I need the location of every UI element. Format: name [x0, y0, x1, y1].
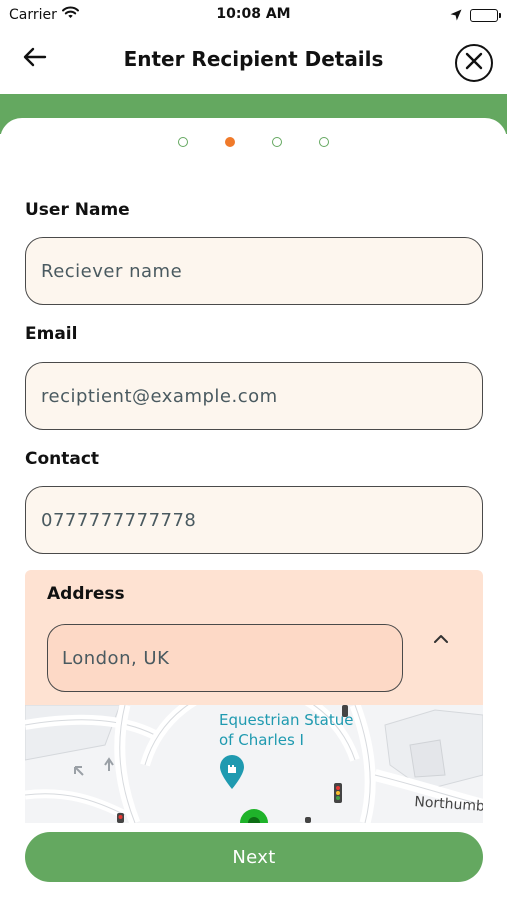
email-label: Email [25, 324, 78, 344]
status-bar: Carrier 10:08 AM [0, 0, 507, 28]
step-indicator [0, 137, 507, 147]
address-input[interactable]: London, UK [47, 624, 403, 692]
location-arrow-icon [450, 6, 462, 25]
poi-label-line2: of Charles I [219, 731, 304, 749]
user-name-input[interactable]: Reciever name [25, 237, 483, 305]
step-dot-4 [319, 137, 329, 147]
contact-label: Contact [25, 449, 100, 469]
address-collapse-button[interactable] [429, 626, 453, 650]
address-panel: Address London, UK [25, 570, 483, 705]
poi-label: Equestrian Statue of Charles I [219, 710, 353, 750]
close-button[interactable] [455, 44, 493, 82]
contact-value: 0777777777778 [41, 509, 197, 531]
close-icon [465, 52, 483, 74]
battery-icon [470, 9, 501, 22]
chevron-up-icon [433, 629, 449, 648]
user-name-value: Reciever name [41, 260, 183, 282]
email-value: reciptient@example.com [41, 385, 278, 407]
next-button[interactable]: Next [25, 832, 483, 882]
status-right [450, 6, 501, 25]
poi-label-line1: Equestrian Statue [219, 711, 354, 729]
address-label: Address [47, 584, 125, 604]
step-dot-3 [272, 137, 282, 147]
header: Enter Recipient Details [0, 28, 507, 94]
status-time: 10:08 AM [216, 6, 291, 22]
step-dot-2-active [225, 137, 235, 147]
email-input[interactable]: reciptient@example.com [25, 362, 483, 430]
address-value: London, UK [62, 647, 170, 669]
contact-input[interactable]: 0777777777778 [25, 486, 483, 554]
user-name-label: User Name [25, 200, 130, 220]
page-title: Enter Recipient Details [123, 47, 384, 71]
address-map[interactable]: Equestrian Statue of Charles I Northumb [25, 705, 483, 823]
step-dot-1 [178, 137, 188, 147]
